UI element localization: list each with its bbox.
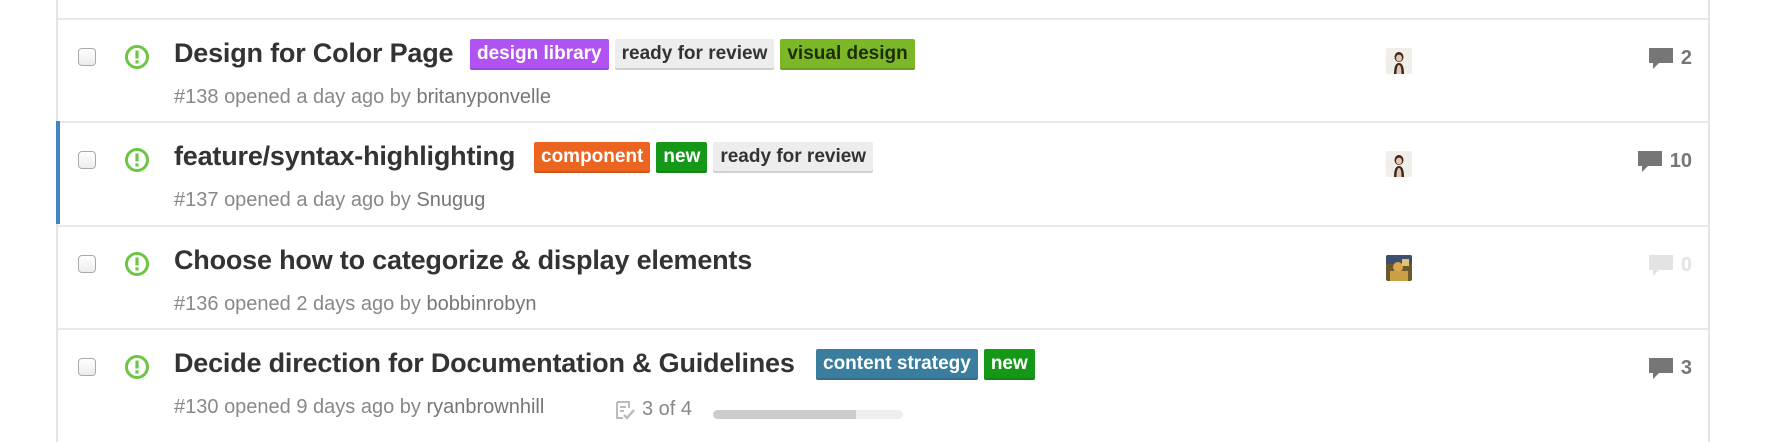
comments-link[interactable]: 2 bbox=[1647, 46, 1692, 70]
comment-count: 10 bbox=[1669, 149, 1692, 172]
issue-labels: content strategy new bbox=[816, 349, 1035, 380]
issue-labels: component new ready for review bbox=[534, 142, 874, 173]
issue-opened-icon bbox=[125, 355, 149, 379]
issue-author-link[interactable]: britanyponvelle bbox=[416, 86, 551, 108]
issue-meta: #137 opened a day ago by Snugug bbox=[174, 189, 485, 212]
issue-opened-icon bbox=[125, 148, 149, 172]
comments-link[interactable]: 10 bbox=[1636, 149, 1692, 173]
issue-opened-text: opened a day ago by bbox=[224, 189, 411, 211]
label-design-library[interactable]: design library bbox=[470, 39, 609, 70]
comment-icon bbox=[1648, 255, 1673, 276]
issue-opened-text: opened a day ago by bbox=[224, 86, 411, 108]
issue-row: Design for Color Page design library rea… bbox=[58, 18, 1708, 121]
issue-meta: #136 opened 2 days ago by bobbinrobyn bbox=[174, 293, 537, 316]
issue-row: Decide direction for Documentation & Gui… bbox=[58, 328, 1708, 431]
issue-title-link[interactable]: feature/syntax-highlighting bbox=[174, 141, 515, 172]
task-progress-text: 3 of 4 bbox=[642, 398, 693, 420]
issue-row: Choose how to categorize & display eleme… bbox=[58, 225, 1708, 328]
issue-opened-icon bbox=[125, 252, 149, 276]
issue-number: #138 bbox=[174, 86, 219, 108]
task-progress: 3 of 4 bbox=[614, 398, 692, 421]
label-ready-for-review[interactable]: ready for review bbox=[713, 142, 874, 173]
comments-link[interactable]: 3 bbox=[1647, 356, 1692, 380]
issue-title-link[interactable]: Decide direction for Documentation & Gui… bbox=[174, 348, 795, 379]
issue-opened-text: opened 9 days ago by bbox=[224, 396, 421, 418]
issue-author-link[interactable]: ryanbrownhill bbox=[426, 396, 544, 418]
avatar-icon[interactable] bbox=[1386, 151, 1412, 177]
task-progress-fill bbox=[713, 410, 856, 419]
issue-opened-text: opened 2 days ago by bbox=[224, 293, 421, 315]
comment-count: 3 bbox=[1680, 356, 1692, 379]
comment-icon bbox=[1648, 358, 1673, 379]
issue-number: #130 bbox=[174, 396, 219, 418]
label-component[interactable]: component bbox=[534, 142, 651, 173]
issue-list: Design for Color Page design library rea… bbox=[56, 0, 1710, 442]
issue-number: #136 bbox=[174, 293, 219, 315]
issue-checkbox[interactable] bbox=[78, 255, 96, 273]
issue-checkbox[interactable] bbox=[78, 358, 96, 376]
issue-checkbox[interactable] bbox=[78, 151, 96, 169]
task-progress-bar bbox=[713, 410, 903, 419]
comment-icon bbox=[1648, 48, 1673, 69]
issue-number: #137 bbox=[174, 189, 219, 211]
label-visual-design[interactable]: visual design bbox=[780, 39, 915, 70]
issue-author-link[interactable]: Snugug bbox=[416, 189, 485, 211]
comment-icon bbox=[1637, 151, 1662, 172]
label-ready-for-review[interactable]: ready for review bbox=[614, 39, 775, 70]
avatar-icon[interactable] bbox=[1386, 48, 1412, 74]
issue-checkbox[interactable] bbox=[78, 48, 96, 66]
issue-author-link[interactable]: bobbinrobyn bbox=[426, 293, 536, 315]
issue-opened-icon bbox=[125, 45, 149, 69]
issue-meta: #130 opened 9 days ago by ryanbrownhill bbox=[174, 396, 544, 419]
comment-count: 0 bbox=[1680, 253, 1692, 276]
avatar-icon[interactable] bbox=[1386, 255, 1412, 281]
comment-count: 2 bbox=[1680, 46, 1692, 69]
issue-meta: #138 opened a day ago by britanyponvelle bbox=[174, 86, 551, 109]
issue-title-link[interactable]: Choose how to categorize & display eleme… bbox=[174, 245, 752, 276]
label-content-strategy[interactable]: content strategy bbox=[816, 349, 978, 380]
comments-link[interactable]: 0 bbox=[1647, 253, 1692, 277]
checklist-icon bbox=[616, 400, 635, 420]
label-new[interactable]: new bbox=[656, 142, 708, 173]
issue-labels: design library ready for review visual d… bbox=[470, 39, 915, 70]
issue-title-link[interactable]: Design for Color Page bbox=[174, 38, 454, 69]
issue-row: feature/syntax-highlighting component ne… bbox=[56, 121, 1708, 224]
label-new[interactable]: new bbox=[983, 349, 1035, 380]
